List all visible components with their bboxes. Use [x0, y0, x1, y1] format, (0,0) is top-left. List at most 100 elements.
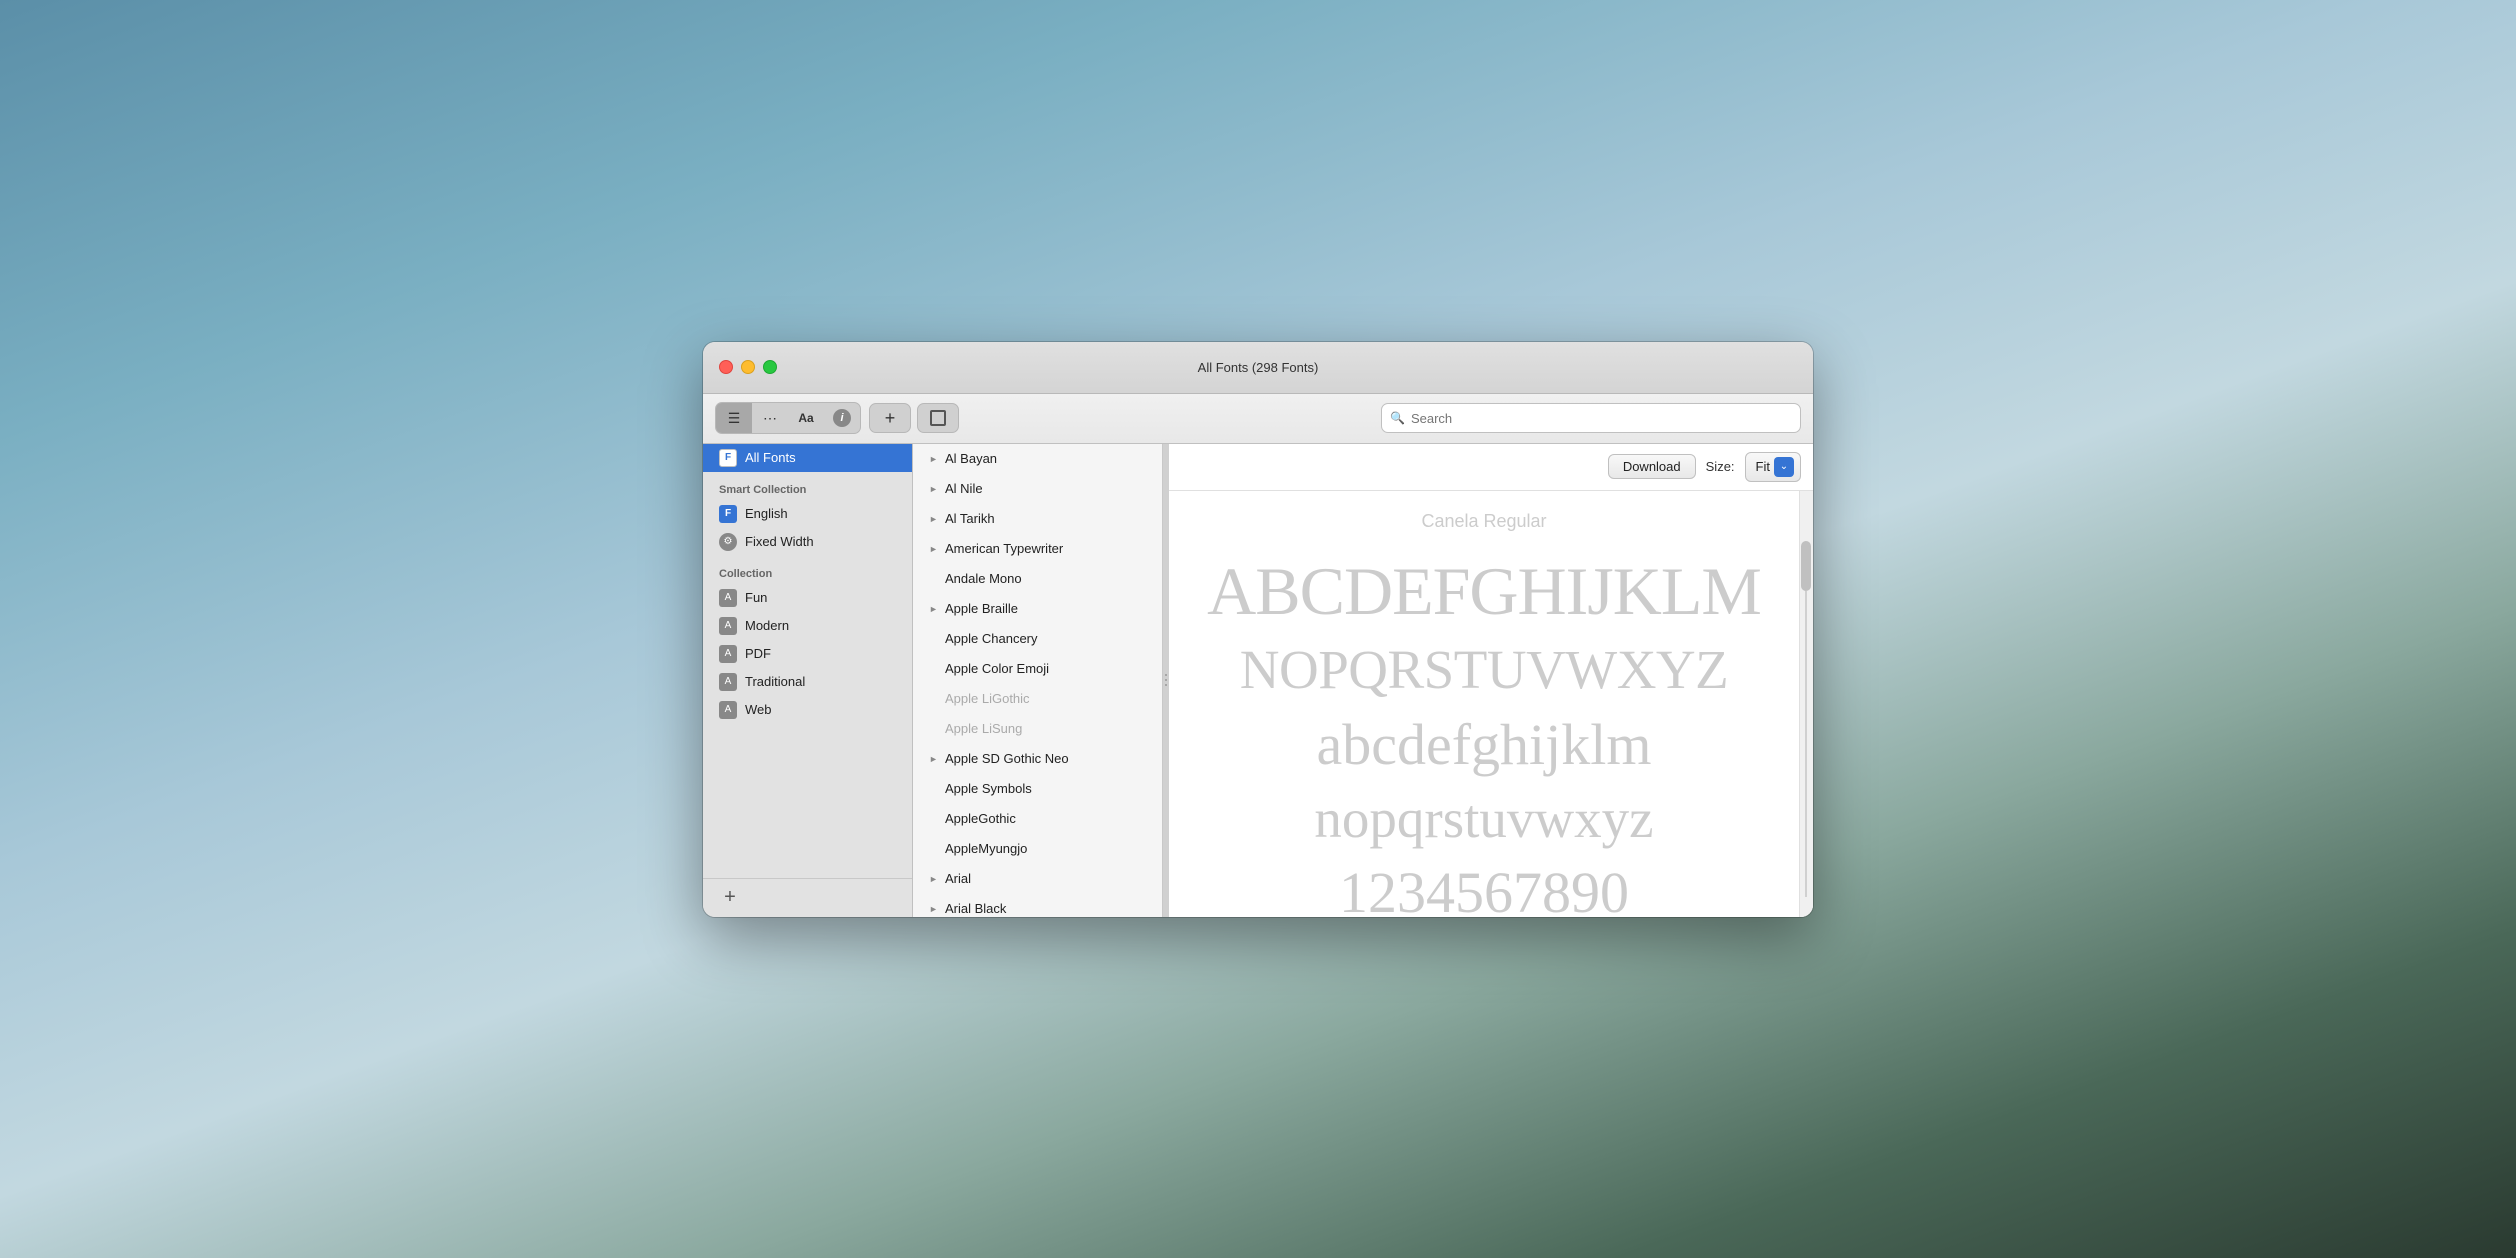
separator-dots [1165, 674, 1167, 686]
fun-label: Fun [745, 590, 767, 605]
font-item-apple-lisung[interactable]: ► Apple LiSung [913, 714, 1162, 744]
fixed-width-label: Fixed Width [745, 534, 814, 549]
add-icon: + [885, 408, 896, 429]
font-item-apple-sd-gothic-neo[interactable]: ► Apple SD Gothic Neo [913, 744, 1162, 774]
sidebar-item-modern[interactable]: A Modern [703, 612, 912, 640]
search-icon: 🔍 [1390, 411, 1405, 425]
preview-uppercase2: NOPQRSTUVWXYZ [1199, 640, 1769, 701]
font-item-apple-color-emoji[interactable]: ► Apple Color Emoji [913, 654, 1162, 684]
font-item-arial-black[interactable]: ► Arial Black [913, 894, 1162, 917]
font-item-label: Apple Symbols [945, 781, 1032, 796]
sample-view-icon: Aa [798, 411, 813, 425]
font-item-andale-mono[interactable]: ► Andale Mono [913, 564, 1162, 594]
scrollbar-thumb[interactable] [1801, 541, 1811, 591]
font-book-window: All Fonts (298 Fonts) ☰ ⋯ Aa i + [703, 342, 1813, 917]
font-item-label: Arial [945, 871, 971, 886]
traffic-lights [719, 360, 777, 374]
font-item-apple-braille[interactable]: ► Apple Braille [913, 594, 1162, 624]
disclosure-arrow: ► [929, 874, 941, 884]
font-item-label: Apple Braille [945, 601, 1018, 616]
preview-lowercase1: abcdefghijklm [1199, 713, 1769, 777]
font-item-label: Al Nile [945, 481, 983, 496]
web-label: Web [745, 702, 772, 717]
pdf-icon: A [719, 645, 737, 663]
separator-dot [1165, 674, 1167, 676]
font-item-label: AppleMyungjo [945, 841, 1027, 856]
sidebar-item-fixed-width[interactable]: ⚙ Fixed Width [703, 528, 912, 556]
font-item-label: Andale Mono [945, 571, 1022, 586]
view-toggle-group: ☰ ⋯ Aa i [715, 402, 861, 434]
view-grid-button[interactable]: ⋯ [752, 403, 788, 433]
add-font-button[interactable]: + [869, 403, 911, 433]
sidebar-item-all-fonts[interactable]: F All Fonts [703, 444, 912, 472]
font-list-scroll[interactable]: ► Al Bayan ► Al Nile ► Al Tarikh ► Ameri… [913, 444, 1162, 917]
english-icon: F [719, 505, 737, 523]
sidebar-item-traditional[interactable]: A Traditional [703, 668, 912, 696]
sidebar-item-pdf[interactable]: A PDF [703, 640, 912, 668]
font-list-panel: ► Al Bayan ► Al Nile ► Al Tarikh ► Ameri… [913, 444, 1163, 917]
sidebar-item-fun[interactable]: A Fun [703, 584, 912, 612]
sidebar: F All Fonts Smart Collection F English ⚙… [703, 444, 913, 917]
disclosure-arrow: ► [929, 904, 941, 914]
fixed-width-icon: ⚙ [719, 533, 737, 551]
font-item-label: Apple LiSung [945, 721, 1022, 736]
disclosure-arrow: ► [929, 454, 941, 464]
size-select[interactable]: Fit ⌄ [1745, 452, 1801, 482]
sidebar-item-english[interactable]: F English [703, 500, 912, 528]
info-icon: i [833, 409, 851, 427]
font-item-american-typewriter[interactable]: ► American Typewriter [913, 534, 1162, 564]
preview-uppercase1: ABCDEFGHIJKLM [1199, 554, 1769, 629]
download-button[interactable]: Download [1608, 454, 1696, 479]
font-item-label: Al Bayan [945, 451, 997, 466]
collection-header: Collection [703, 556, 912, 584]
font-item-arial[interactable]: ► Arial [913, 864, 1162, 894]
size-value: Fit [1756, 459, 1770, 474]
view-list-button[interactable]: ☰ [716, 403, 752, 433]
view-info-button[interactable]: i [824, 403, 860, 433]
main-content: F All Fonts Smart Collection F English ⚙… [703, 444, 1813, 917]
all-fonts-icon: F [719, 449, 737, 467]
close-button[interactable] [719, 360, 733, 374]
preview-button[interactable] [917, 403, 959, 433]
traditional-icon: A [719, 673, 737, 691]
separator-dot [1165, 684, 1167, 686]
view-sample-button[interactable]: Aa [788, 403, 824, 433]
font-item-label: American Typewriter [945, 541, 1063, 556]
font-name-header: Canela Regular [1199, 511, 1769, 532]
preview-scrollbar[interactable] [1799, 491, 1813, 917]
sidebar-item-web[interactable]: A Web [703, 696, 912, 724]
pdf-label: PDF [745, 646, 771, 661]
font-item-al-nile[interactable]: ► Al Nile [913, 474, 1162, 504]
font-item-label: Apple LiGothic [945, 691, 1030, 706]
font-item-al-bayan[interactable]: ► Al Bayan [913, 444, 1162, 474]
font-item-label: Al Tarikh [945, 511, 995, 526]
size-label: Size: [1706, 459, 1735, 474]
font-item-al-tarikh[interactable]: ► Al Tarikh [913, 504, 1162, 534]
preview-content: Canela Regular ABCDEFGHIJKLM NOPQRSTUVWX… [1169, 491, 1813, 917]
list-view-icon: ☰ [728, 410, 741, 427]
modern-label: Modern [745, 618, 789, 633]
font-item-applegothic[interactable]: ► AppleGothic [913, 804, 1162, 834]
disclosure-arrow: ► [929, 544, 941, 554]
maximize-button[interactable] [763, 360, 777, 374]
preview-toolbar: Download Size: Fit ⌄ [1169, 444, 1813, 491]
fun-icon: A [719, 589, 737, 607]
smart-collection-header: Smart Collection [703, 472, 912, 500]
modern-icon: A [719, 617, 737, 635]
toolbar-actions: + [869, 403, 959, 433]
traditional-label: Traditional [745, 674, 805, 689]
font-item-applemyungjo[interactable]: ► AppleMyungjo [913, 834, 1162, 864]
minimize-button[interactable] [741, 360, 755, 374]
search-box[interactable]: 🔍 [1381, 403, 1801, 433]
font-item-apple-chancery[interactable]: ► Apple Chancery [913, 624, 1162, 654]
font-item-apple-ligothic[interactable]: ► Apple LiGothic [913, 684, 1162, 714]
add-collection-button[interactable]: + [719, 887, 741, 909]
search-input[interactable] [1411, 411, 1792, 426]
sidebar-footer: + [703, 878, 912, 917]
font-item-label: Apple Color Emoji [945, 661, 1049, 676]
disclosure-arrow: ► [929, 484, 941, 494]
all-fonts-label: All Fonts [745, 450, 796, 465]
disclosure-arrow: ► [929, 514, 941, 524]
font-item-apple-symbols[interactable]: ► Apple Symbols [913, 774, 1162, 804]
disclosure-arrow: ► [929, 604, 941, 614]
